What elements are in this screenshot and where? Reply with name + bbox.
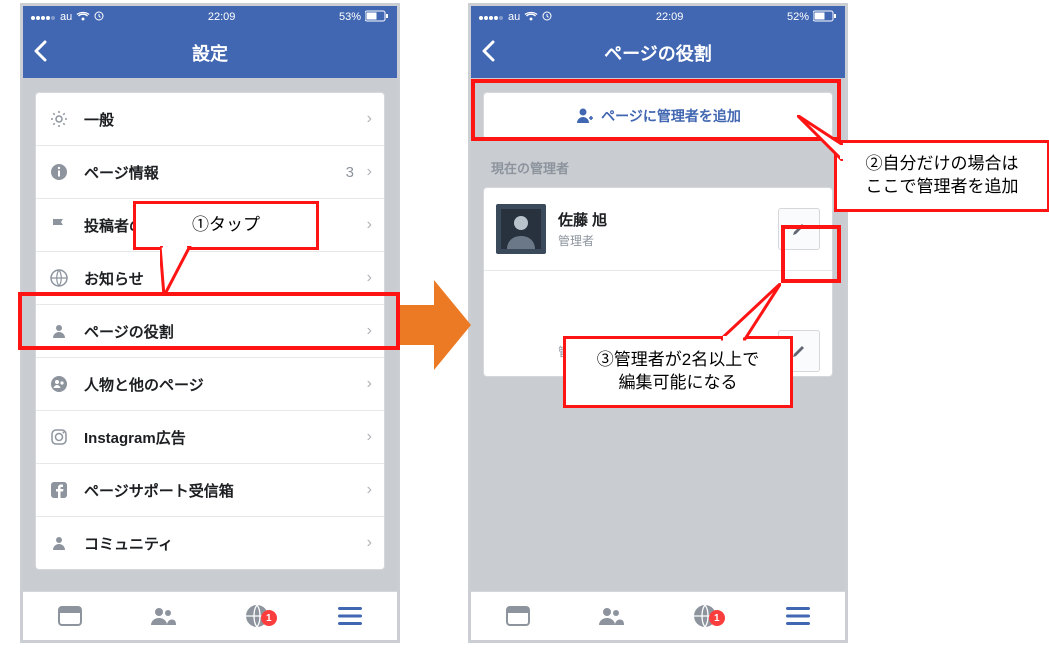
- wifi-icon: [524, 11, 538, 24]
- status-bar: au 22:09 53%: [23, 6, 397, 28]
- chevron-right-icon: ›: [367, 216, 372, 234]
- avatar: [496, 204, 546, 254]
- camera-icon: [48, 426, 70, 448]
- row-label: お知らせ: [84, 268, 144, 289]
- tab-bar: 1: [471, 591, 845, 640]
- tab-notifications[interactable]: 1: [210, 604, 304, 628]
- callout-2: ②自分だけの場合は ここで管理者を追加: [834, 140, 1049, 212]
- callout-text: 編集可能になる: [619, 373, 738, 392]
- tab-bar: 1: [23, 591, 397, 640]
- gear-icon: [48, 108, 70, 130]
- row-label: コミュニティ: [84, 533, 173, 554]
- info-icon: [48, 161, 70, 183]
- callout-tail-icon: [721, 283, 781, 343]
- admin-row: 佐藤 旭 管理者: [484, 188, 832, 271]
- alarm-icon: [542, 11, 552, 24]
- globe-icon: [48, 267, 70, 289]
- signal-dots-icon: [479, 11, 504, 23]
- notification-badge: 1: [709, 610, 725, 626]
- highlight-edit-button: [781, 225, 841, 283]
- clock-label: 22:09: [656, 11, 684, 23]
- current-admins-title: 現在の管理者: [491, 158, 845, 177]
- row-label: Instagram広告: [84, 427, 186, 448]
- row-support-inbox[interactable]: ページサポート受信箱 ›: [36, 464, 384, 517]
- battery-icon: [813, 10, 837, 25]
- arrow-right-icon: [396, 280, 471, 370]
- tab-feed[interactable]: [23, 605, 117, 627]
- row-label: 一般: [84, 109, 114, 130]
- row-general[interactable]: 一般 ›: [36, 93, 384, 146]
- tab-notifications[interactable]: 1: [658, 604, 752, 628]
- carrier-label: au: [508, 11, 520, 23]
- row-label: 人物と他のページ: [84, 374, 204, 395]
- callout-1: ①タップ: [133, 201, 319, 250]
- clock-label: 22:09: [208, 11, 236, 23]
- people-icon: [48, 373, 70, 395]
- back-icon[interactable]: [33, 40, 47, 66]
- callout-tail-icon: [160, 246, 194, 296]
- facebook-icon: [48, 479, 70, 501]
- callout-3: ③管理者が2名以上で 編集可能になる: [563, 336, 793, 408]
- page-title: 設定: [23, 40, 397, 66]
- admin-role: 管理者: [558, 232, 607, 249]
- status-bar: au 22:09 52%: [471, 6, 845, 28]
- tab-friends[interactable]: [565, 605, 659, 627]
- row-label: ページサポート受信箱: [84, 480, 234, 501]
- alarm-icon: [94, 11, 104, 24]
- callout-text: ②自分だけの場合は: [866, 154, 1019, 173]
- chevron-right-icon: ›: [367, 163, 372, 181]
- battery-icon: [365, 10, 389, 25]
- chevron-right-icon: ›: [367, 110, 372, 128]
- row-page-info[interactable]: ページ情報 3 ›: [36, 146, 384, 199]
- header: ページの役割: [471, 28, 845, 78]
- tab-menu[interactable]: [752, 606, 846, 626]
- chevron-right-icon: ›: [367, 269, 372, 287]
- callout-text: ここで管理者を追加: [866, 177, 1019, 196]
- row-community[interactable]: コミュニティ ›: [36, 517, 384, 569]
- tab-feed[interactable]: [471, 605, 565, 627]
- chevron-right-icon: ›: [367, 428, 372, 446]
- row-badge: 3: [346, 164, 354, 181]
- flag-icon: [48, 214, 70, 236]
- tab-friends[interactable]: [117, 605, 211, 627]
- signal-dots-icon: [31, 11, 56, 23]
- callout-text: ③管理者が2名以上で: [597, 350, 759, 369]
- battery-percent: 52%: [787, 11, 809, 23]
- chevron-right-icon: ›: [367, 481, 372, 499]
- header: 設定: [23, 28, 397, 78]
- highlight-page-roles: [18, 292, 400, 350]
- row-label: ページ情報: [84, 162, 159, 183]
- callout-text: ①タップ: [192, 215, 260, 234]
- chevron-right-icon: ›: [367, 375, 372, 393]
- back-icon[interactable]: [481, 40, 495, 66]
- person-icon: [48, 532, 70, 554]
- tab-menu[interactable]: [304, 606, 398, 626]
- admin-name: 佐藤 旭: [558, 209, 607, 230]
- page-title: ページの役割: [471, 40, 845, 66]
- highlight-add-admin: [471, 79, 841, 141]
- row-instagram-ads[interactable]: Instagram広告 ›: [36, 411, 384, 464]
- callout-tail-icon: [797, 115, 843, 161]
- carrier-label: au: [60, 11, 72, 23]
- battery-percent: 53%: [339, 11, 361, 23]
- pencil-icon: [791, 343, 807, 359]
- row-people-pages[interactable]: 人物と他のページ ›: [36, 358, 384, 411]
- roles-content: ページに管理者を追加 現在の管理者 佐藤 旭 管理者: [471, 78, 845, 590]
- chevron-right-icon: ›: [367, 534, 372, 552]
- wifi-icon: [76, 11, 90, 24]
- notification-badge: 1: [261, 610, 277, 626]
